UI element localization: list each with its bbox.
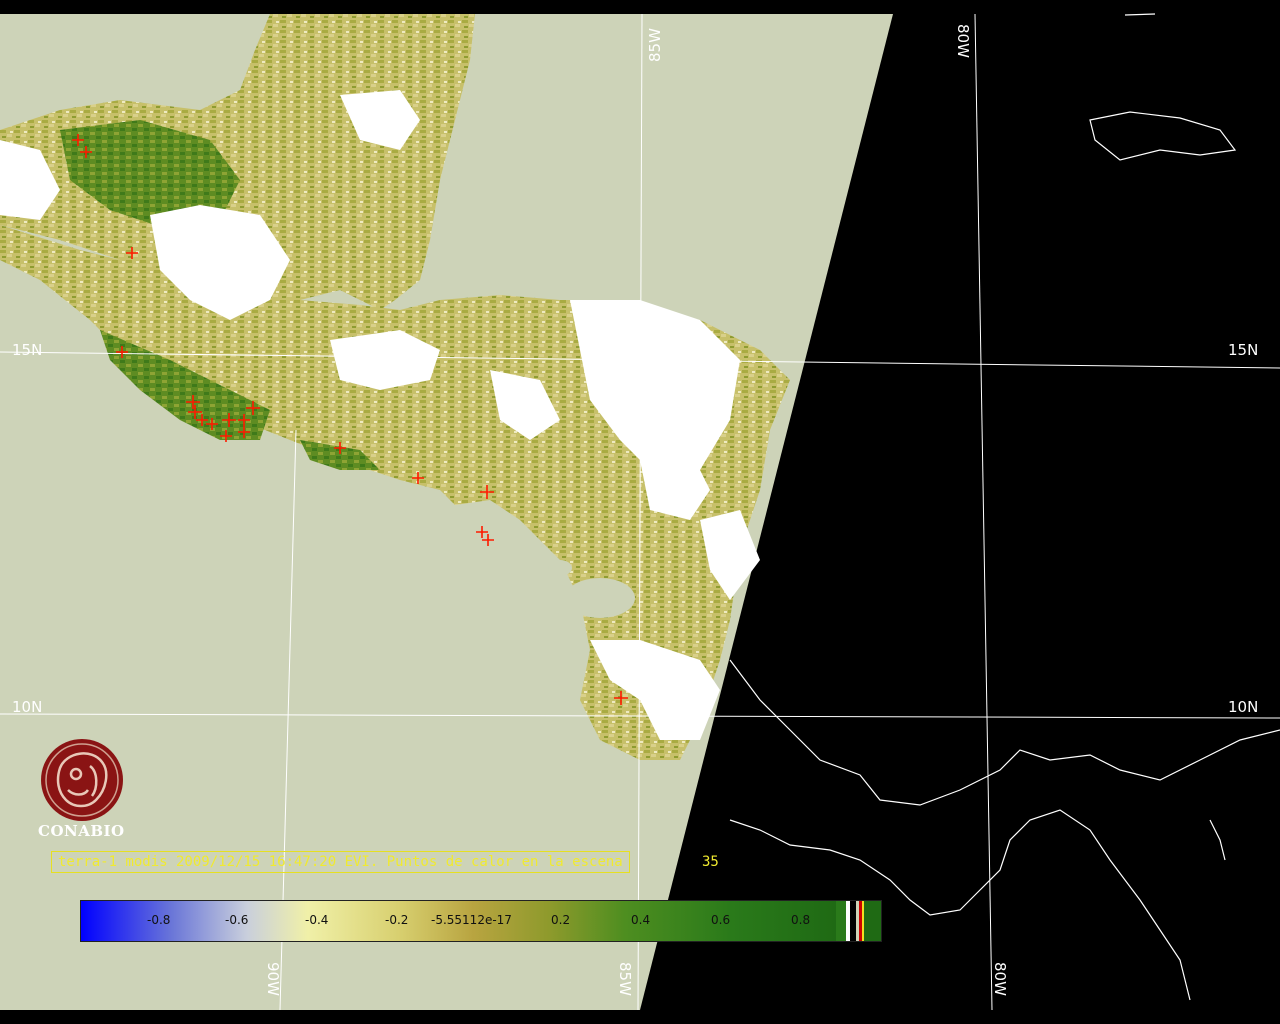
lon-label-80w-top: 80W xyxy=(954,24,972,58)
scene-caption: terra-1 modis 2009/12/15 16:47:20 EVI. P… xyxy=(51,851,630,873)
lon-label-85w-bottom: 85W xyxy=(616,962,634,996)
colorbar-tick: -0.6 xyxy=(225,913,249,927)
conabio-logo-text: CONABIO xyxy=(38,822,125,840)
colorbar-tick: -5.55112e-17 xyxy=(431,913,512,927)
hotspot-count: 35 xyxy=(702,854,719,870)
lon-label-85w-top: 85W xyxy=(646,28,664,62)
colorbar-tick: 0.6 xyxy=(711,913,731,927)
colorbar-tick: -0.4 xyxy=(305,913,329,927)
colorbar-tick: -0.2 xyxy=(385,913,409,927)
colorbar-tick: -0.8 xyxy=(147,913,171,927)
lat-label-15n-right: 15N xyxy=(1228,341,1258,359)
evi-colorbar: -0.8 -0.6 -0.4 -0.2 -5.55112e-17 0.2 0.4… xyxy=(80,900,882,942)
colorbar-tick: 0.8 xyxy=(791,913,811,927)
colorbar-tick: 0.4 xyxy=(631,913,651,927)
colorbar-end-swatches xyxy=(836,901,881,941)
lat-label-15n-left: 15N xyxy=(12,341,42,359)
lat-label-10n-right: 10N xyxy=(1228,698,1258,716)
lat-label-10n-left: 10N xyxy=(12,698,42,716)
colorbar-tick: 0.2 xyxy=(551,913,571,927)
lon-label-80w-bottom: 80W xyxy=(991,962,1009,996)
lon-label-90w-bottom: 90W xyxy=(264,962,282,996)
